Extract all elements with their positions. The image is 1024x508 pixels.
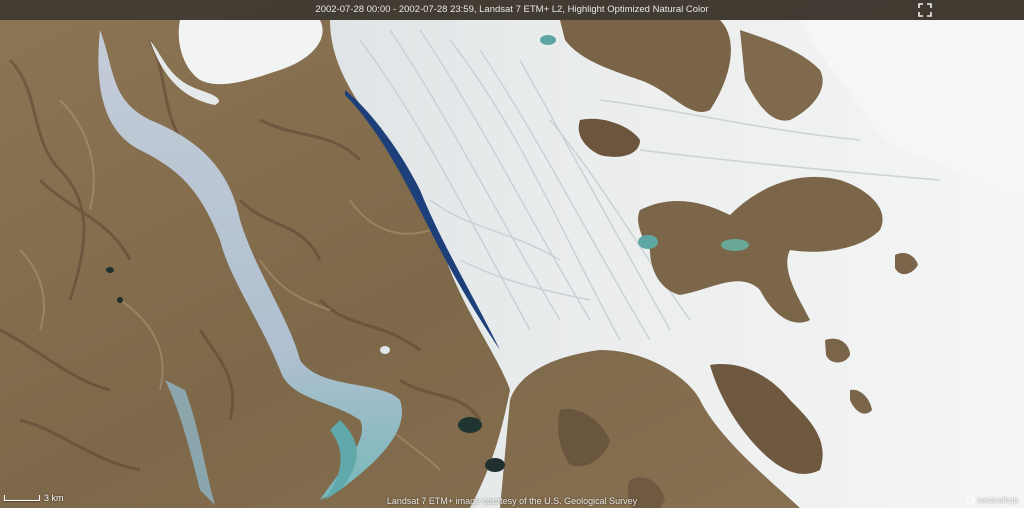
logo-text: sentinelhub	[977, 496, 1018, 505]
fullscreen-button[interactable]	[918, 3, 932, 17]
image-title: 2002-07-28 00:00 - 2002-07-28 23:59, Lan…	[315, 4, 709, 15]
attribution: Landsat 7 ETM+ image courtesy of the U.S…	[386, 496, 638, 506]
fullscreen-icon	[918, 3, 932, 17]
logo-icon	[966, 496, 976, 505]
sentinelhub-logo: sentinelhub	[966, 496, 1018, 505]
satellite-map[interactable]	[0, 0, 1024, 508]
image-title-bar: 2002-07-28 00:00 - 2002-07-28 23:59, Lan…	[0, 0, 1024, 20]
